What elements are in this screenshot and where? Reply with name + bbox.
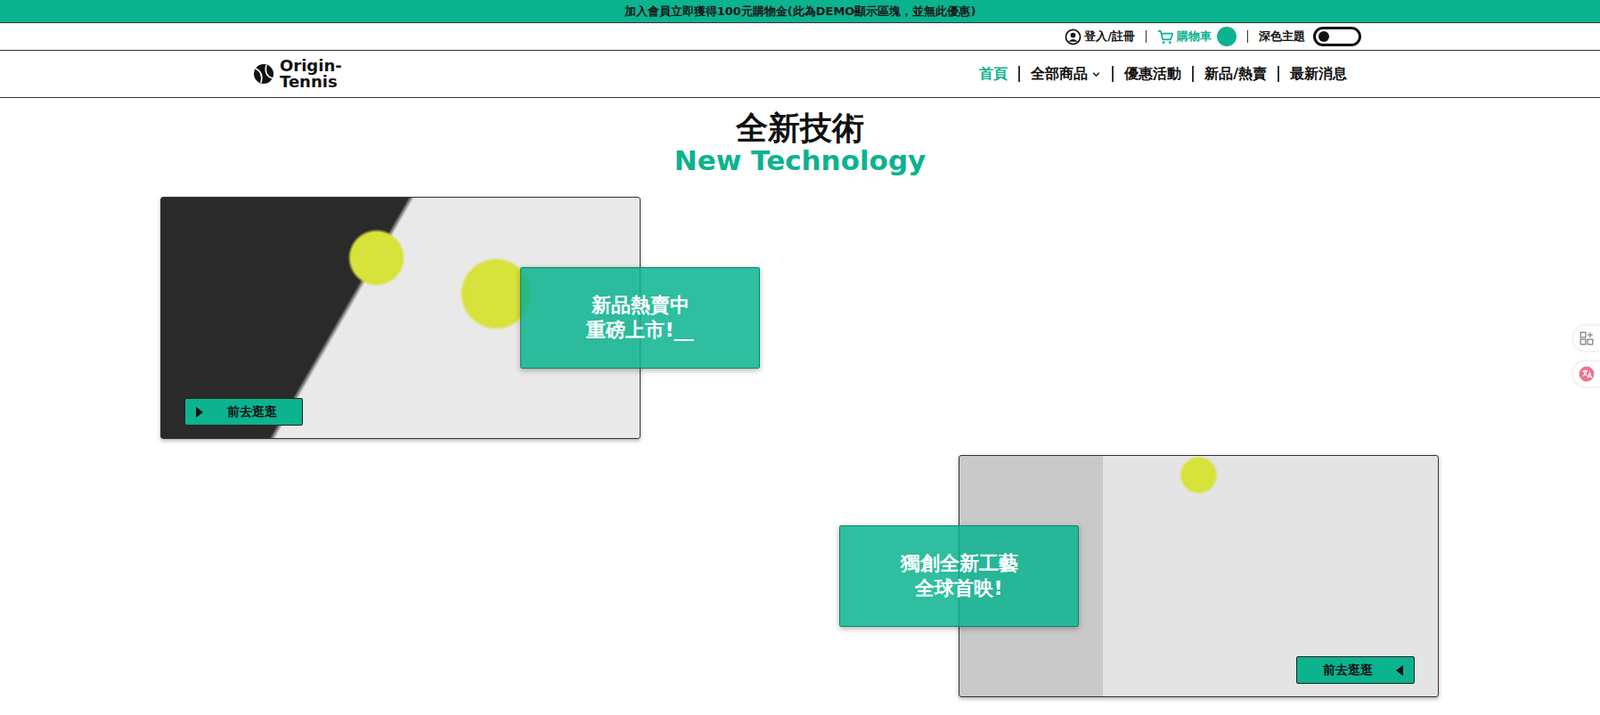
tennis-ball-icon bbox=[253, 63, 275, 85]
login-link[interactable]: 登入/註冊 bbox=[1064, 28, 1135, 46]
feature-card: 獨創全新工藝全球首映! 前去逛逛 bbox=[958, 455, 1439, 698]
theme-toggle[interactable] bbox=[1313, 26, 1362, 47]
translate-button[interactable] bbox=[1573, 361, 1600, 387]
nav-link[interactable]: 優惠活動 bbox=[1111, 65, 1192, 82]
float-tools bbox=[1573, 326, 1600, 387]
feature-row: 獨創全新工藝全球首映! 前去逛逛 bbox=[0, 455, 1600, 698]
separator bbox=[1247, 30, 1249, 43]
nav-link[interactable]: 首頁 bbox=[968, 65, 1019, 82]
play-right-icon bbox=[195, 407, 204, 418]
nav-link[interactable]: 新品/熱賣 bbox=[1191, 65, 1278, 82]
top-bar: 登入/註冊 購物車 深色主題 bbox=[0, 22, 1600, 51]
feature-row: 新品熱賣中重磅上市!__ 前去逛逛 bbox=[0, 196, 1600, 440]
caption-box: 新品熱賣中重磅上市!__ bbox=[520, 267, 760, 369]
apps-icon bbox=[1578, 330, 1595, 347]
cart-icon bbox=[1157, 28, 1175, 46]
technology-section: 全新技術 New Technology 新品熱賣中重磅上市!__ 前去逛逛 獨創… bbox=[0, 97, 1600, 698]
nav-link[interactable]: 最新消息 bbox=[1277, 65, 1347, 82]
separator bbox=[1145, 30, 1147, 43]
play-left-icon bbox=[1395, 665, 1404, 677]
page: 加入會員立即獲得100元購物金(此為DEMO顯示區塊，並無此優惠) 登入/註冊 … bbox=[0, 0, 1600, 715]
logo-text: Origin- bbox=[279, 57, 343, 74]
user-icon bbox=[1064, 28, 1082, 46]
shop-button[interactable]: 前去逛逛 bbox=[184, 398, 303, 426]
caption-box: 獨創全新工藝全球首映! bbox=[839, 525, 1079, 628]
feature-card: 新品熱賣中重磅上市!__ 前去逛逛 bbox=[160, 196, 641, 440]
caption-text: 重磅上市!__ bbox=[586, 318, 694, 344]
caption-text: 獨創全新工藝 bbox=[900, 551, 1019, 578]
cart-link[interactable]: 購物車 bbox=[1157, 26, 1237, 47]
promo-banner: 加入會員立即獲得100元購物金(此為DEMO顯示區塊，並無此優惠) bbox=[0, 0, 1600, 23]
nav-link[interactable]: 全部商品 bbox=[1018, 65, 1112, 82]
section-title: 全新技術 bbox=[0, 110, 1600, 147]
shop-button[interactable]: 前去逛逛 bbox=[1296, 656, 1415, 685]
translate-icon bbox=[1578, 366, 1595, 383]
caption-text: 新品熱賣中 bbox=[591, 293, 690, 319]
cart-badge bbox=[1216, 26, 1237, 47]
theme-switch[interactable]: 深色主題 bbox=[1258, 26, 1362, 47]
main-nav: Origin-Tennis 首頁 全部商品 優惠活動 新品/熱賣 最新消息 bbox=[0, 50, 1600, 98]
logo[interactable]: Origin-Tennis bbox=[253, 57, 343, 90]
chevron-down-icon bbox=[1091, 69, 1102, 80]
toggle-knob bbox=[1318, 31, 1330, 42]
caption-text: 全球首映! bbox=[914, 576, 1003, 603]
logo-text: Tennis bbox=[279, 73, 343, 90]
apps-button[interactable] bbox=[1573, 326, 1600, 352]
section-subtitle: New Technology bbox=[0, 146, 1600, 176]
